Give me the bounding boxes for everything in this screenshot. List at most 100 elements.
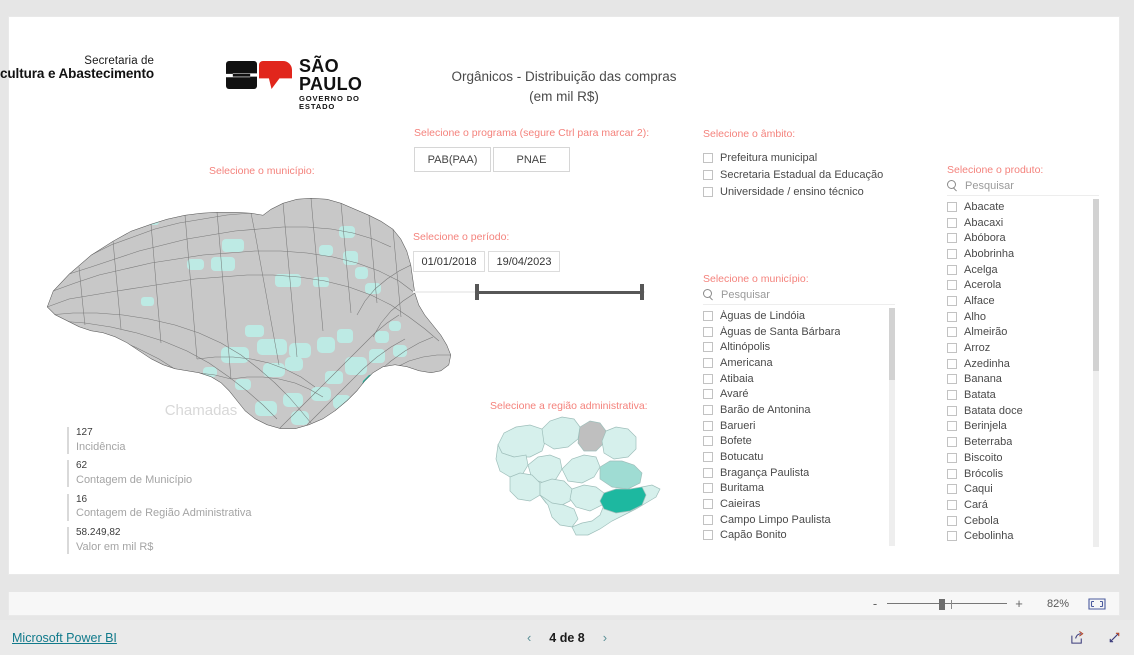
checkbox-icon[interactable] (703, 420, 713, 431)
checkbox-icon[interactable] (947, 248, 957, 259)
checkbox-icon[interactable] (703, 499, 713, 510)
checkbox-icon[interactable] (947, 358, 957, 369)
zoom-in-button[interactable]: + (1011, 596, 1027, 611)
checkbox-icon[interactable] (947, 343, 957, 354)
municipio-option[interactable]: Águas de Lindóia (703, 308, 895, 324)
produto-option[interactable]: Biscoito (947, 450, 1099, 466)
checkbox-icon[interactable] (947, 201, 957, 212)
municipio-option[interactable]: Barueri (703, 418, 895, 434)
municipio-option[interactable]: Campo Limpo Paulista (703, 512, 895, 528)
municipio-search-input[interactable]: Pesquisar (721, 289, 770, 301)
produto-option[interactable]: Abobrinha (947, 246, 1099, 262)
zoom-slider-thumb[interactable] (939, 598, 945, 610)
zoom-slider[interactable] (887, 598, 1007, 610)
checkbox-icon[interactable] (947, 311, 957, 322)
checkbox-icon[interactable] (947, 264, 957, 275)
checkbox-icon[interactable] (947, 233, 957, 244)
checkbox-icon[interactable] (703, 373, 713, 384)
checkbox-icon[interactable] (947, 217, 957, 228)
ambito-option[interactable]: Secretaria Estadual da Educação (703, 166, 923, 183)
municipio-option[interactable]: Buritama (703, 481, 895, 497)
municipio-option[interactable]: Americana (703, 355, 895, 371)
share-icon[interactable] (1070, 630, 1085, 645)
produto-option[interactable]: Azedinha (947, 356, 1099, 372)
produto-option[interactable]: Alho (947, 309, 1099, 325)
ambito-option[interactable]: Universidade / ensino técnico (703, 183, 923, 200)
produto-option[interactable]: Batata doce (947, 403, 1099, 419)
municipio-scrollbar-thumb[interactable] (889, 308, 895, 380)
checkbox-icon[interactable] (703, 530, 713, 541)
checkbox-icon[interactable] (947, 374, 957, 385)
checkbox-icon[interactable] (947, 405, 957, 416)
municipio-option[interactable]: Bofete (703, 434, 895, 450)
produto-scrollbar-thumb[interactable] (1093, 199, 1099, 371)
municipio-option[interactable]: Avaré (703, 386, 895, 402)
checkbox-icon[interactable] (703, 152, 713, 163)
slider-handle-start[interactable] (475, 284, 479, 300)
checkbox-icon[interactable] (947, 484, 957, 495)
checkbox-icon[interactable] (947, 515, 957, 526)
checkbox-icon[interactable] (703, 467, 713, 478)
produto-scrollbar[interactable] (1093, 199, 1099, 547)
produto-option[interactable]: Cebolinha (947, 528, 1099, 544)
checkbox-icon[interactable] (947, 327, 957, 338)
produto-search-input[interactable]: Pesquisar (965, 180, 1014, 192)
fullscreen-icon[interactable] (1107, 630, 1122, 645)
produto-option[interactable]: Acelga (947, 262, 1099, 278)
produto-option[interactable]: Acerola (947, 277, 1099, 293)
produto-option[interactable]: Abóbora (947, 230, 1099, 246)
checkbox-icon[interactable] (703, 452, 713, 463)
municipio-scrollbar[interactable] (889, 308, 895, 546)
checkbox-icon[interactable] (947, 499, 957, 510)
checkbox-icon[interactable] (947, 452, 957, 463)
previous-page-icon[interactable]: ‹ (527, 630, 531, 645)
produto-option[interactable]: Abacate (947, 199, 1099, 215)
programa-button-pnae[interactable]: PNAE (493, 147, 570, 172)
checkbox-icon[interactable] (947, 437, 957, 448)
produto-option[interactable]: Banana (947, 372, 1099, 388)
checkbox-icon[interactable] (703, 326, 713, 337)
municipio-option[interactable]: Caieiras (703, 496, 895, 512)
checkbox-icon[interactable] (703, 483, 713, 494)
produto-option[interactable]: Berinjela (947, 419, 1099, 435)
produto-option[interactable]: Cará (947, 497, 1099, 513)
regiao-administrativa-map[interactable] (494, 411, 664, 546)
municipio-option[interactable]: Barão de Antonina (703, 402, 895, 418)
zoom-out-button[interactable]: - (867, 596, 883, 611)
checkbox-icon[interactable] (703, 357, 713, 368)
checkbox-icon[interactable] (703, 514, 713, 525)
checkbox-icon[interactable] (947, 468, 957, 479)
checkbox-icon[interactable] (703, 404, 713, 415)
produto-option[interactable]: Almeirão (947, 325, 1099, 341)
produto-option[interactable]: Abacaxi (947, 215, 1099, 231)
checkbox-icon[interactable] (947, 531, 957, 542)
checkbox-icon[interactable] (703, 342, 713, 353)
produto-option[interactable]: Arroz (947, 340, 1099, 356)
municipio-option[interactable]: Altinópolis (703, 339, 895, 355)
checkbox-icon[interactable] (947, 280, 957, 291)
municipio-option[interactable]: Capão Bonito (703, 528, 895, 544)
municipio-option[interactable]: Bragança Paulista (703, 465, 895, 481)
checkbox-icon[interactable] (947, 295, 957, 306)
municipio-option[interactable]: Águas de Santa Bárbara (703, 324, 895, 340)
programa-button-pab[interactable]: PAB(PAA) (414, 147, 491, 172)
municipio-search-row[interactable]: Pesquisar (703, 285, 895, 305)
checkbox-icon[interactable] (703, 389, 713, 400)
municipio-option[interactable]: Atibaia (703, 371, 895, 387)
checkbox-icon[interactable] (703, 310, 713, 321)
checkbox-icon[interactable] (703, 186, 713, 197)
periodo-range-slider[interactable] (413, 283, 645, 301)
produto-option[interactable]: Beterraba (947, 434, 1099, 450)
produto-option[interactable]: Cebola (947, 513, 1099, 529)
municipio-option[interactable]: Botucatu (703, 449, 895, 465)
next-page-icon[interactable]: › (603, 630, 607, 645)
checkbox-icon[interactable] (703, 436, 713, 447)
periodo-end-date-input[interactable]: 19/04/2023 (488, 251, 560, 272)
produto-option[interactable]: Alface (947, 293, 1099, 309)
produto-search-row[interactable]: Pesquisar (947, 176, 1099, 196)
ambito-option[interactable]: Prefeitura municipal (703, 149, 923, 166)
produto-option[interactable]: Caqui (947, 481, 1099, 497)
fit-to-page-icon[interactable] (1087, 597, 1107, 611)
checkbox-icon[interactable] (703, 169, 713, 180)
checkbox-icon[interactable] (947, 390, 957, 401)
